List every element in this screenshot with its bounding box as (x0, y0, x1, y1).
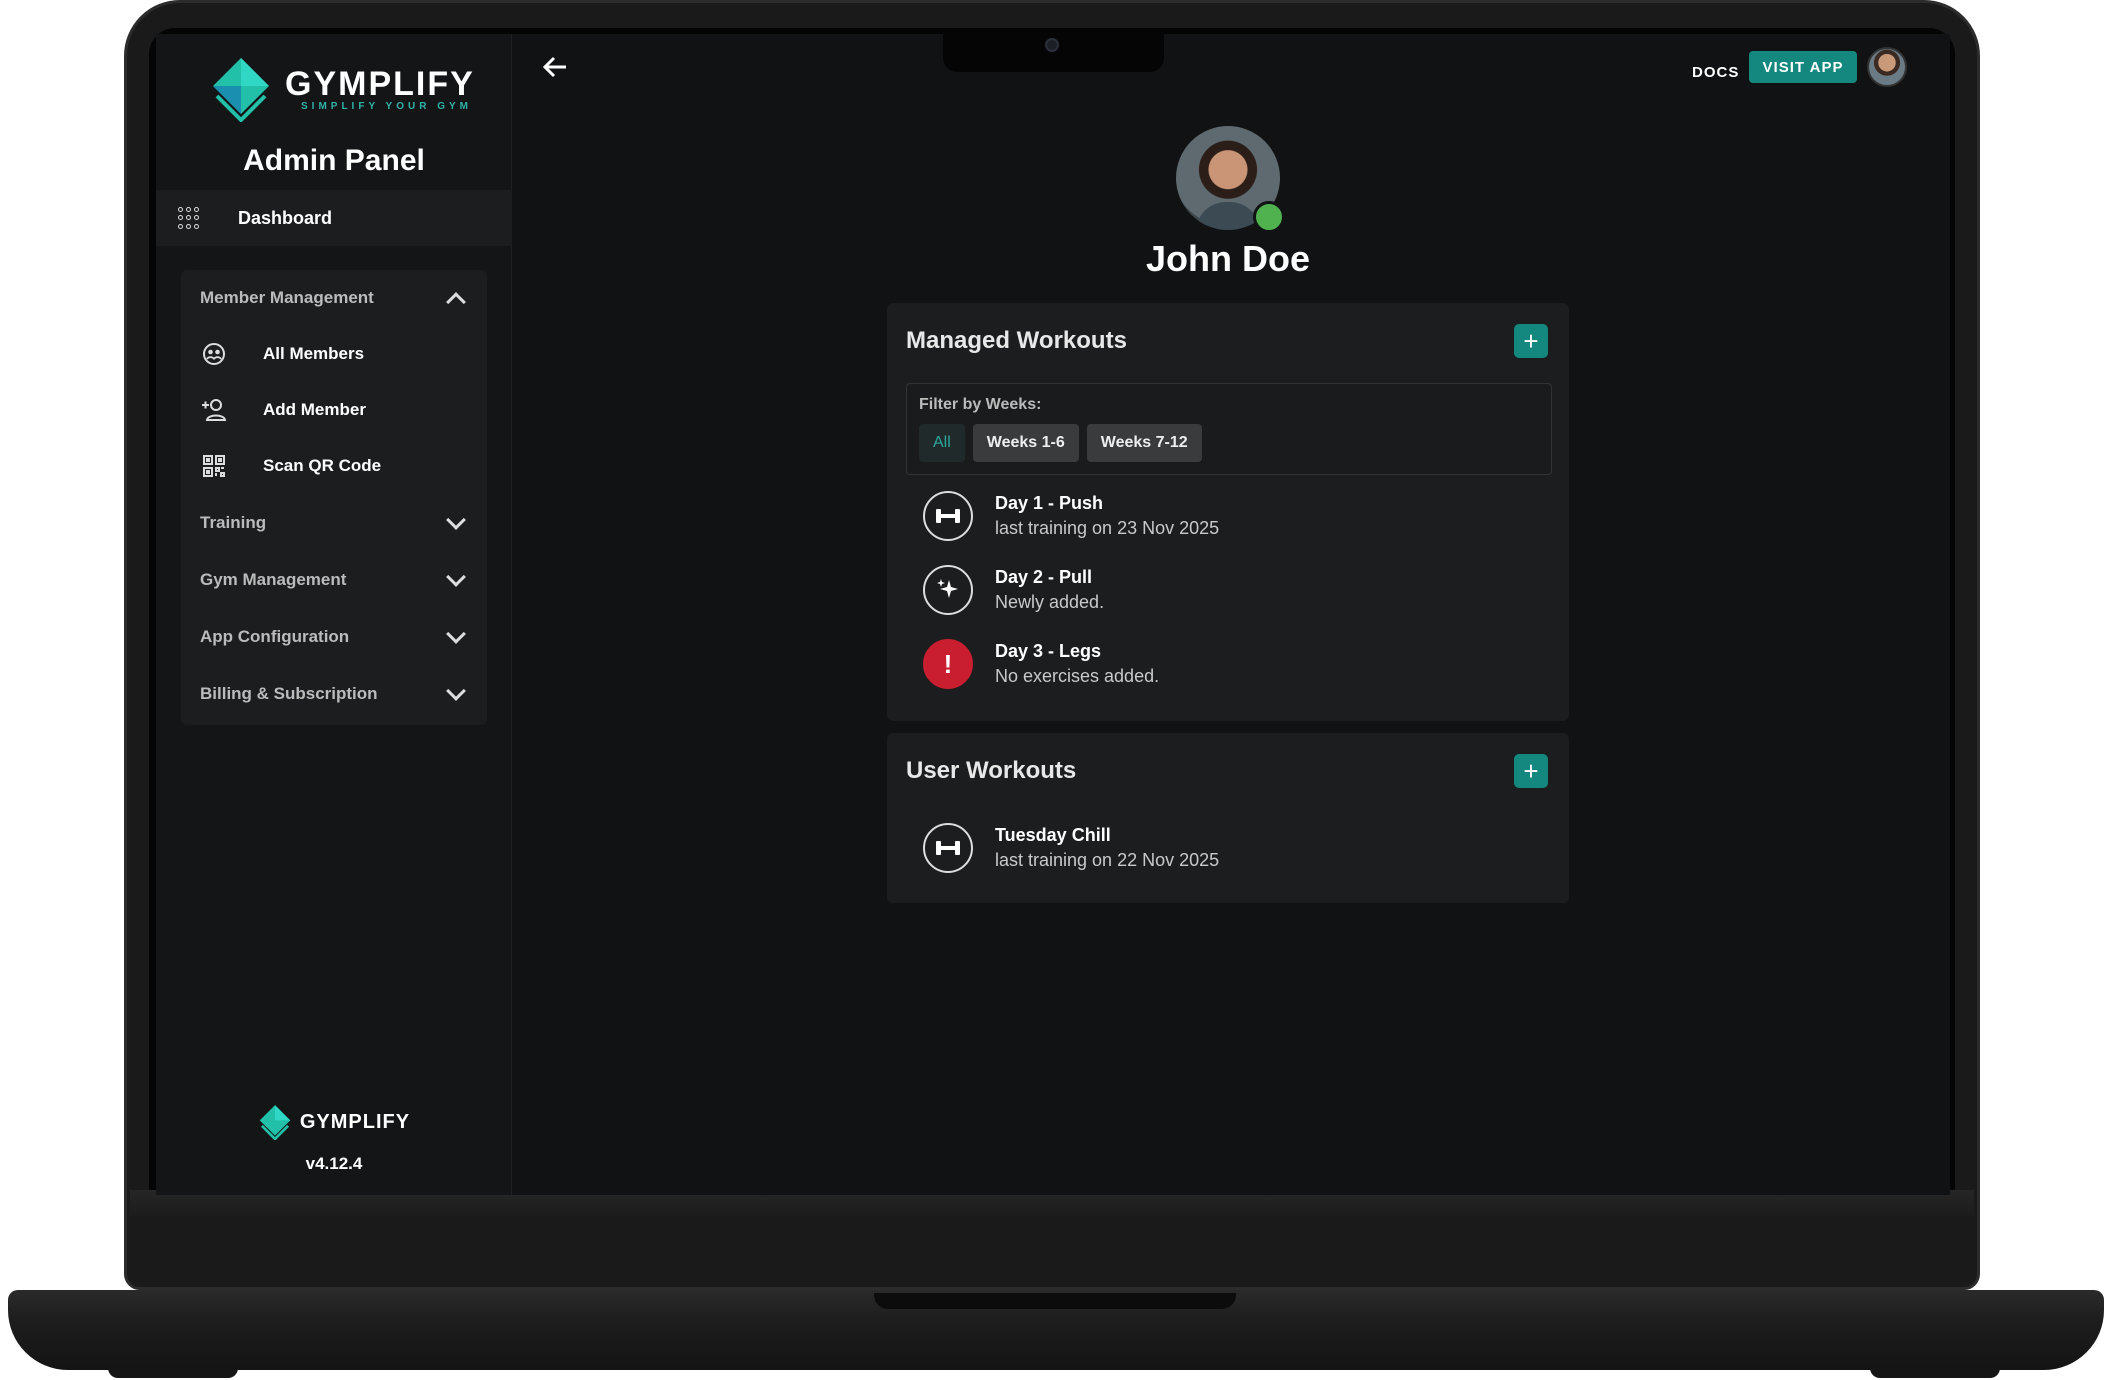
chevron-down-icon (446, 623, 466, 644)
workout-title: Tuesday Chill (995, 825, 1111, 845)
chevron-up-icon (446, 292, 466, 312)
chevron-down-icon (446, 566, 466, 587)
workout-subtitle: last training on 22 Nov 2025 (995, 850, 1220, 870)
section-training[interactable]: Training (181, 494, 487, 551)
laptop-foot-left (108, 1366, 238, 1378)
app-screen: GYMPLIFY SIMPLIFY YOUR GYM Admin Panel D… (156, 34, 1950, 1195)
sidebar-item-all-members[interactable]: All Members (181, 326, 487, 382)
workout-title: Day 2 - Pull (995, 567, 1093, 587)
section-label: Gym Management (200, 569, 347, 589)
chevron-down-icon (446, 680, 466, 701)
add-user-icon (201, 397, 227, 423)
brand-name: GYMPLIFY (285, 64, 475, 103)
footer-brand-name: GYMPLIFY (299, 1110, 411, 1133)
brand-tagline: SIMPLIFY YOUR GYM (301, 100, 472, 112)
section-app-configuration[interactable]: App Configuration (181, 608, 487, 665)
week-filter: Filter by Weeks: All Weeks 1-6 Weeks 7-1… (906, 383, 1552, 475)
sidebar-item-label: Scan QR Code (263, 456, 382, 475)
section-label: Billing & Subscription (200, 683, 378, 703)
sidebar-item-label: All Members (263, 344, 365, 363)
managed-workouts-card: Managed Workouts + Filter by Weeks: All … (887, 303, 1569, 721)
workout-item[interactable]: ! Day 3 - Legs No exercises added. (923, 639, 1159, 689)
app-version: v4.12.4 (305, 1154, 363, 1173)
warning-icon: ! (923, 639, 973, 689)
workout-subtitle: Newly added. (995, 592, 1105, 612)
section-label: Member Management (200, 288, 374, 307)
add-user-workout-button[interactable]: + (1514, 754, 1548, 788)
section-gym-management[interactable]: Gym Management (181, 551, 487, 608)
sidebar-item-scan-qr[interactable]: Scan QR Code (181, 438, 487, 494)
workout-title: Day 3 - Legs (995, 641, 1102, 661)
sidebar-item-add-member[interactable]: Add Member (181, 382, 487, 438)
workout-item[interactable]: Day 1 - Push last training on 23 Nov 202… (923, 491, 1219, 541)
chevron-down-icon (446, 509, 466, 530)
add-managed-workout-button[interactable]: + (1514, 324, 1548, 358)
brand-logo[interactable]: GYMPLIFY SIMPLIFY YOUR GYM (211, 56, 475, 122)
member-name: John Doe (1145, 238, 1310, 279)
workout-item[interactable]: Tuesday Chill last training on 22 Nov 20… (923, 823, 1219, 873)
workout-item[interactable]: Day 2 - Pull Newly added. (923, 565, 1104, 615)
workout-title: Day 1 - Push (995, 493, 1104, 513)
dumbbell-icon (923, 491, 973, 541)
section-member-management[interactable]: Member Management (181, 270, 487, 326)
dumbbell-icon (923, 823, 973, 873)
card-title: User Workouts (906, 757, 1077, 784)
laptop-base-notch (874, 1293, 1236, 1309)
docs-link[interactable]: DOCS (1686, 56, 1745, 89)
section-billing-subscription[interactable]: Billing & Subscription (181, 665, 487, 722)
back-button[interactable] (540, 52, 580, 92)
gymplify-logo-icon (259, 1105, 291, 1140)
online-status-indicator (1253, 201, 1285, 233)
arrow-left-icon (542, 56, 566, 78)
card-title: Managed Workouts (906, 327, 1127, 354)
visit-app-button[interactable]: VISIT APP (1749, 51, 1857, 83)
workout-subtitle: No exercises added. (995, 666, 1160, 686)
sidebar-menu: Member Management All Members Add Member (181, 270, 487, 725)
members-icon (201, 341, 227, 367)
qr-code-icon (201, 453, 227, 479)
laptop-foot-right (1870, 1366, 2000, 1378)
sidebar-item-label: Dashboard (238, 207, 333, 228)
sidebar-item-label: Add Member (263, 400, 366, 419)
panel-title: Admin Panel (243, 144, 425, 177)
filter-chip-weeks-1-6[interactable]: Weeks 1-6 (972, 424, 1079, 462)
sidebar-item-dashboard[interactable]: Dashboard (156, 190, 512, 246)
workout-subtitle: last training on 23 Nov 2025 (995, 518, 1220, 538)
sparkle-icon (923, 565, 973, 615)
filter-label: Filter by Weeks: (919, 396, 1042, 413)
avatar[interactable] (1867, 47, 1907, 87)
sidebar-footer: GYMPLIFY v4.12.4 (156, 1104, 512, 1174)
filter-chip-all[interactable]: All (919, 424, 965, 462)
camera-icon (1045, 38, 1059, 52)
gymplify-logo-icon (213, 58, 269, 122)
grid-icon (178, 207, 200, 229)
filter-chip-weeks-7-12[interactable]: Weeks 7-12 (1086, 424, 1202, 462)
sidebar: GYMPLIFY SIMPLIFY YOUR GYM Admin Panel D… (156, 34, 512, 1195)
section-label: App Configuration (200, 626, 350, 646)
section-label: Training (200, 512, 267, 532)
user-workouts-card: User Workouts + Tuesday Chill last train… (887, 733, 1569, 903)
